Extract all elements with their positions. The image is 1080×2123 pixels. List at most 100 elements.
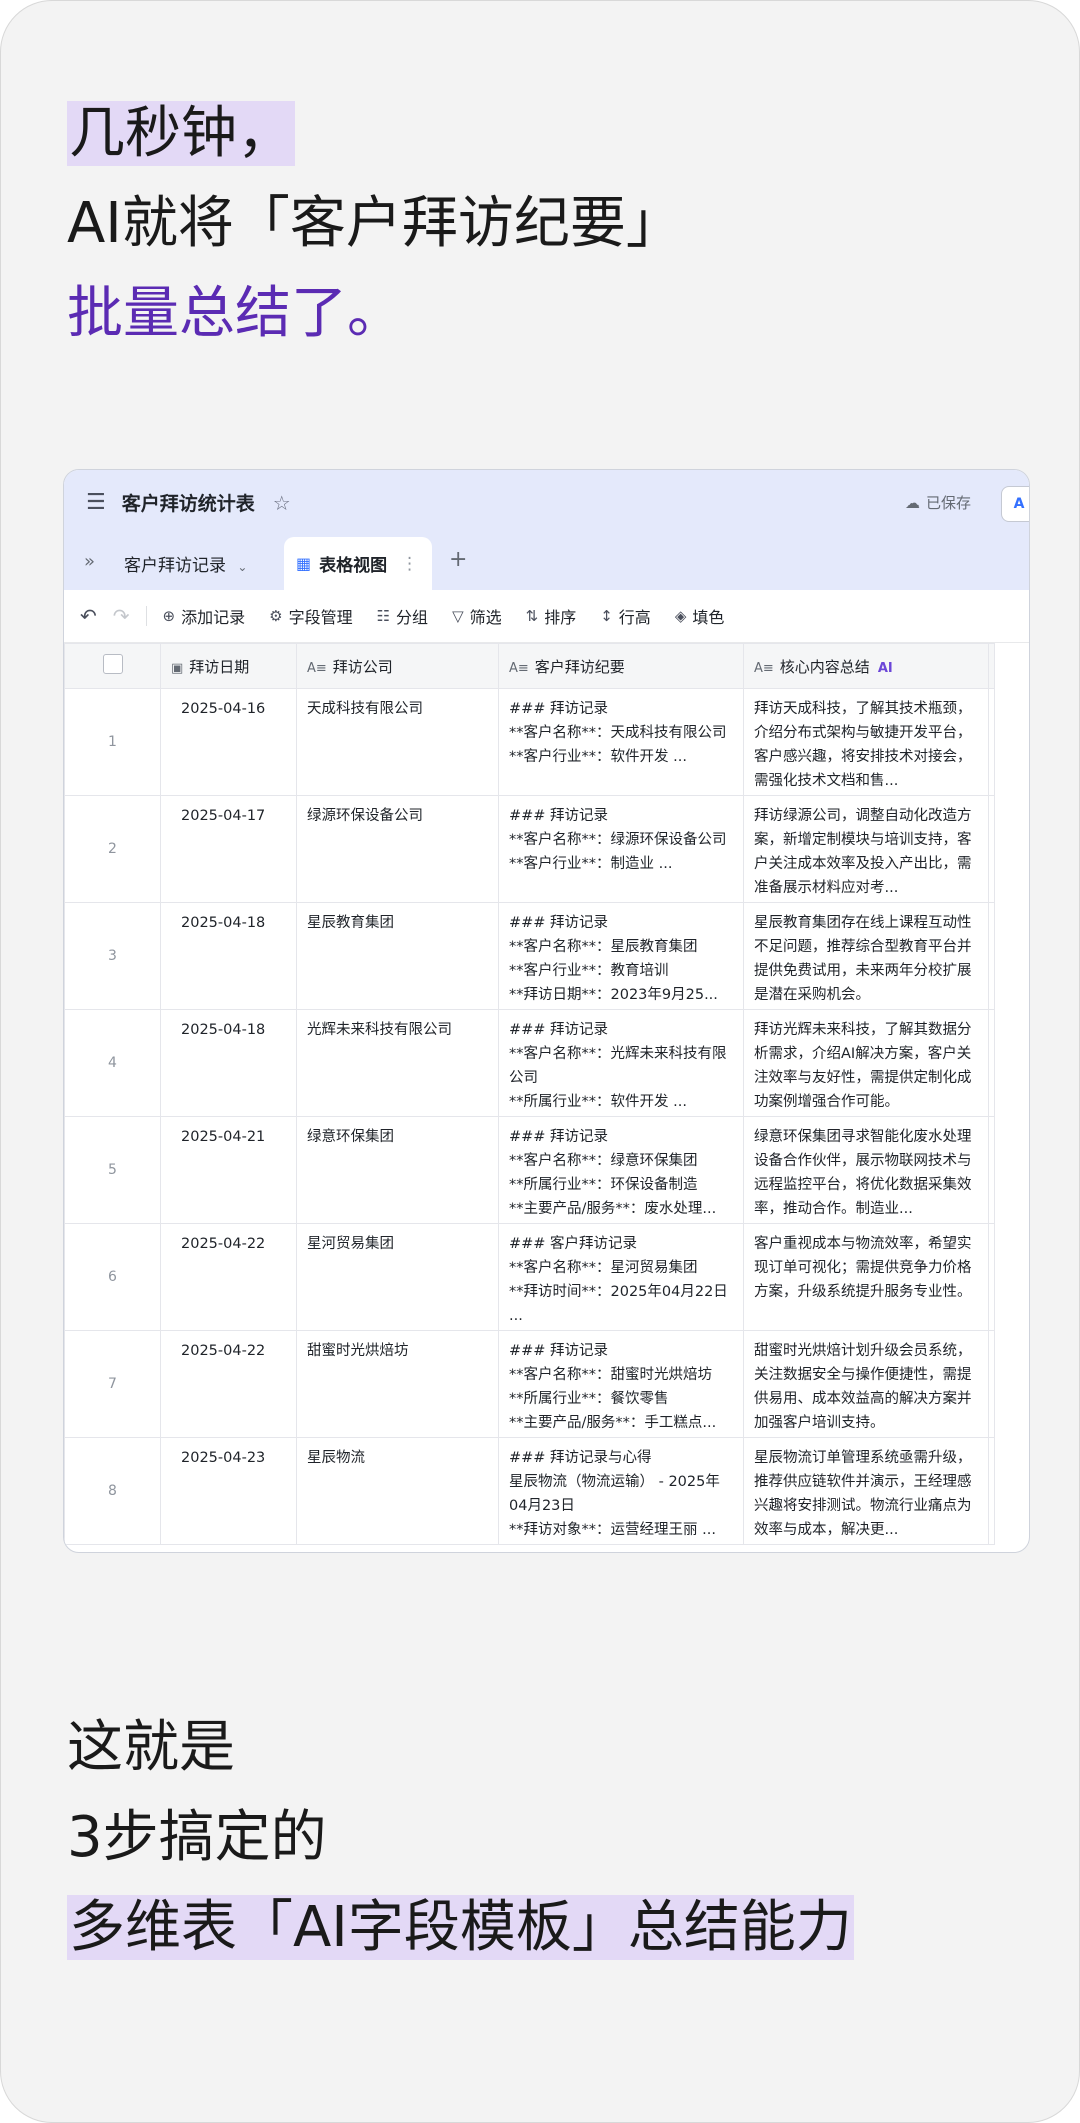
table-row[interactable]: 4 2025-04-18 光辉未来科技有限公司 ### 拜访记录 **客户名称**：光… [64, 1009, 995, 1117]
table-row[interactable]: 7 2025-04-22 甜蜜时光烘焙坊 ### 拜访记录 **客户名称**：甜蜜时光… [64, 1330, 995, 1438]
cell-spacer [988, 1437, 995, 1545]
row-number: 6 [64, 1223, 161, 1331]
sort-label: 排序 [544, 608, 577, 627]
row-number-text: 5 [108, 1162, 117, 1178]
cell-notes[interactable]: ### 客户拜访记录 **客户名称**：星河贸易集团 **拜访时间**：2025… [498, 1223, 744, 1331]
cell-date[interactable]: 2025-04-18 [160, 902, 297, 1010]
table-row[interactable]: 1 2025-04-16 天成科技有限公司 ### 拜访记录 **客户名称**：天成科… [64, 688, 995, 796]
cell-summary[interactable]: 甜蜜时光烘焙计划升级会员系统，关注数据安全与操作便捷性，需提供易用、成本效益高的… [743, 1330, 989, 1438]
cell-company[interactable]: 光辉未来科技有限公司 [296, 1009, 499, 1117]
cell-company-text: 星辰教育集团 [307, 915, 394, 931]
cell-company-text: 绿源环保设备公司 [307, 808, 423, 824]
cell-company[interactable]: 星辰教育集团 [296, 902, 499, 1010]
cell-date-text: 2025-04-23 [181, 1450, 266, 1466]
cell-company[interactable]: 星河贸易集团 [296, 1223, 499, 1331]
cell-date[interactable]: 2025-04-17 [160, 795, 297, 903]
group-button[interactable]: ☷ 分组 [377, 604, 428, 628]
document-title[interactable]: 客户拜访统计表 [122, 489, 255, 516]
table-row[interactable]: 8 2025-04-23 星辰物流 ### 拜访记录与心得 星辰物流（物流运输） - … [64, 1437, 995, 1545]
column-notes-label: 客户拜访纪要 [534, 657, 625, 676]
cell-company[interactable]: 绿意环保集团 [296, 1116, 499, 1224]
cell-company-text: 光辉未来科技有限公司 [307, 1022, 452, 1038]
more-vertical-icon[interactable]: ⋮ [401, 554, 418, 574]
cell-company-text: 天成科技有限公司 [307, 701, 423, 717]
add-record-button[interactable]: ⊕ 添加记录 [163, 604, 246, 628]
undo-icon[interactable]: ↶ [80, 604, 97, 628]
cell-date[interactable]: 2025-04-22 [160, 1330, 297, 1438]
app-window: ☰ 客户拜访统计表 ☆ ☁ 已保存 A » 客户拜访记录 ⌄ ▦ 表格视图 ⋮ … [63, 469, 1030, 1553]
sort-button[interactable]: ⇅ 排序 [526, 604, 577, 628]
column-header-spacer [988, 643, 995, 689]
select-all-checkbox[interactable] [102, 654, 123, 674]
cell-notes[interactable]: ### 拜访记录与心得 星辰物流（物流运输） - 2025年04月23日 **拜… [498, 1437, 744, 1545]
row-number-text: 7 [108, 1376, 117, 1392]
filter-button[interactable]: ▽ 筛选 [452, 604, 502, 628]
cell-company-text: 绿意环保集团 [307, 1129, 394, 1145]
row-number-text: 1 [108, 734, 117, 750]
tab-grid-view[interactable]: ▦ 表格视图 ⋮ [284, 537, 432, 590]
cell-date[interactable]: 2025-04-21 [160, 1116, 297, 1224]
add-view-icon[interactable]: + [449, 547, 467, 572]
cell-company[interactable]: 绿源环保设备公司 [296, 795, 499, 903]
column-date-label: 拜访日期 [189, 657, 250, 676]
cell-notes-text: ### 拜访记录 **客户名称**：星辰教育集团 **客户行业**：教育培训 *… [509, 915, 718, 1003]
star-icon[interactable]: ☆ [273, 491, 291, 515]
cell-summary[interactable]: 拜访绿源公司，调整自动化改造方案，新增定制模块与培训支持，客户关注成本效率及投入… [743, 795, 989, 903]
text-field-icon: A≡ [754, 660, 774, 676]
avatar[interactable]: A [1001, 486, 1029, 522]
table-tab[interactable]: 客户拜访记录 ⌄ [124, 551, 247, 576]
table-row[interactable]: 3 2025-04-18 星辰教育集团 ### 拜访记录 **客户名称**：星辰教育集… [64, 902, 995, 1010]
cell-notes[interactable]: ### 拜访记录 **客户名称**：天成科技有限公司 **客户行业**：软件开发… [498, 688, 744, 796]
cell-company[interactable]: 星辰物流 [296, 1437, 499, 1545]
cell-notes[interactable]: ### 拜访记录 **客户名称**：绿意环保集团 **所属行业**：环保设备制造… [498, 1116, 744, 1224]
cell-date[interactable]: 2025-04-16 [160, 688, 297, 796]
cell-date-text: 2025-04-18 [181, 915, 266, 931]
field-manage-label: 字段管理 [288, 608, 353, 627]
cell-summary[interactable]: 拜访天成科技，了解其技术瓶颈，介绍分布式架构与敏捷开发平台，客户感兴趣，将安排技… [743, 688, 989, 796]
table-tab-label: 客户拜访记录 [124, 556, 226, 576]
table-row[interactable]: 2 2025-04-17 绿源环保设备公司 ### 拜访记录 **客户名称**：绿源环… [64, 795, 995, 903]
filter-label: 筛选 [469, 608, 502, 627]
redo-icon[interactable]: ↷ [113, 604, 130, 628]
row-number-text: 3 [108, 948, 117, 964]
cell-date[interactable]: 2025-04-23 [160, 1437, 297, 1545]
table-row[interactable]: 5 2025-04-21 绿意环保集团 ### 拜访记录 **客户名称**：绿意环保集… [64, 1116, 995, 1224]
headline-line-1: 几秒钟， [67, 101, 295, 166]
row-number: 7 [64, 1330, 161, 1438]
cell-summary-text: 客户重视成本与物流效率，希望实现订单可视化；需提供竞争力价格方案，升级系统提升服… [754, 1236, 972, 1300]
sidebar-toggle-icon[interactable]: ☰ [86, 490, 106, 515]
column-header-notes[interactable]: A≡ 客户拜访纪要 [498, 643, 744, 689]
cell-date[interactable]: 2025-04-22 [160, 1223, 297, 1331]
cell-summary[interactable]: 星辰物流订单管理系统亟需升级，推荐供应链软件并演示，王经理感兴趣将安排测试。物流… [743, 1437, 989, 1545]
cell-company[interactable]: 天成科技有限公司 [296, 688, 499, 796]
cell-date-text: 2025-04-21 [181, 1129, 266, 1145]
cell-summary[interactable]: 星辰教育集团存在线上课程互动性不足问题，推荐综合型教育平台并提供免费试用，未来两… [743, 902, 989, 1010]
cell-date-text: 2025-04-18 [181, 1022, 266, 1038]
cell-spacer [988, 1223, 995, 1331]
cell-notes[interactable]: ### 拜访记录 **客户名称**：绿源环保设备公司 **客户行业**：制造业 … [498, 795, 744, 903]
cell-notes-text: ### 拜访记录 **客户名称**：绿意环保集团 **所属行业**：环保设备制造… [509, 1129, 717, 1217]
cell-summary-text: 拜访天成科技，了解其技术瓶颈，介绍分布式架构与敏捷开发平台，客户感兴趣，将安排技… [754, 701, 972, 789]
column-header-summary[interactable]: A≡ 核心内容总结 AI [743, 643, 989, 689]
cell-notes-text: ### 拜访记录 **客户名称**：光辉未来科技有限公司 **所属行业**：软件… [509, 1022, 727, 1110]
column-header-company[interactable]: A≡ 拜访公司 [296, 643, 499, 689]
cell-notes[interactable]: ### 拜访记录 **客户名称**：甜蜜时光烘焙坊 **所属行业**：餐饮零售 … [498, 1330, 744, 1438]
field-manage-button[interactable]: ⚙ 字段管理 [269, 604, 352, 628]
table-row[interactable]: 6 2025-04-22 星河贸易集团 ### 客户拜访记录 **客户名称**：星河贸… [64, 1223, 995, 1331]
cell-company[interactable]: 甜蜜时光烘焙坊 [296, 1330, 499, 1438]
row-number-text: 8 [108, 1483, 117, 1499]
cell-spacer [988, 902, 995, 1010]
column-header-date[interactable]: ▣ 拜访日期 [160, 643, 297, 689]
expand-sidebar-icon[interactable]: » [84, 551, 95, 572]
cell-date[interactable]: 2025-04-18 [160, 1009, 297, 1117]
cell-notes[interactable]: ### 拜访记录 **客户名称**：光辉未来科技有限公司 **所属行业**：软件… [498, 1009, 744, 1117]
cell-notes[interactable]: ### 拜访记录 **客户名称**：星辰教育集团 **客户行业**：教育培训 *… [498, 902, 744, 1010]
cell-summary[interactable]: 客户重视成本与物流效率，希望实现订单可视化；需提供竞争力价格方案，升级系统提升服… [743, 1223, 989, 1331]
cell-summary-text: 拜访绿源公司，调整自动化改造方案，新增定制模块与培训支持，客户关注成本效率及投入… [754, 808, 972, 896]
cell-company-text: 甜蜜时光烘焙坊 [307, 1343, 409, 1359]
cell-spacer [988, 1009, 995, 1117]
cell-summary[interactable]: 绿意环保集团寻求智能化废水处理设备合作伙伴，展示物联网技术与远程监控平台，将优化… [743, 1116, 989, 1224]
row-height-button[interactable]: ↕ 行高 [600, 604, 651, 628]
fill-color-button[interactable]: ◈ 填色 [675, 604, 725, 628]
cell-summary[interactable]: 拜访光辉未来科技，了解其数据分析需求，介绍AI解决方案，客户关注效率与友好性，需… [743, 1009, 989, 1117]
